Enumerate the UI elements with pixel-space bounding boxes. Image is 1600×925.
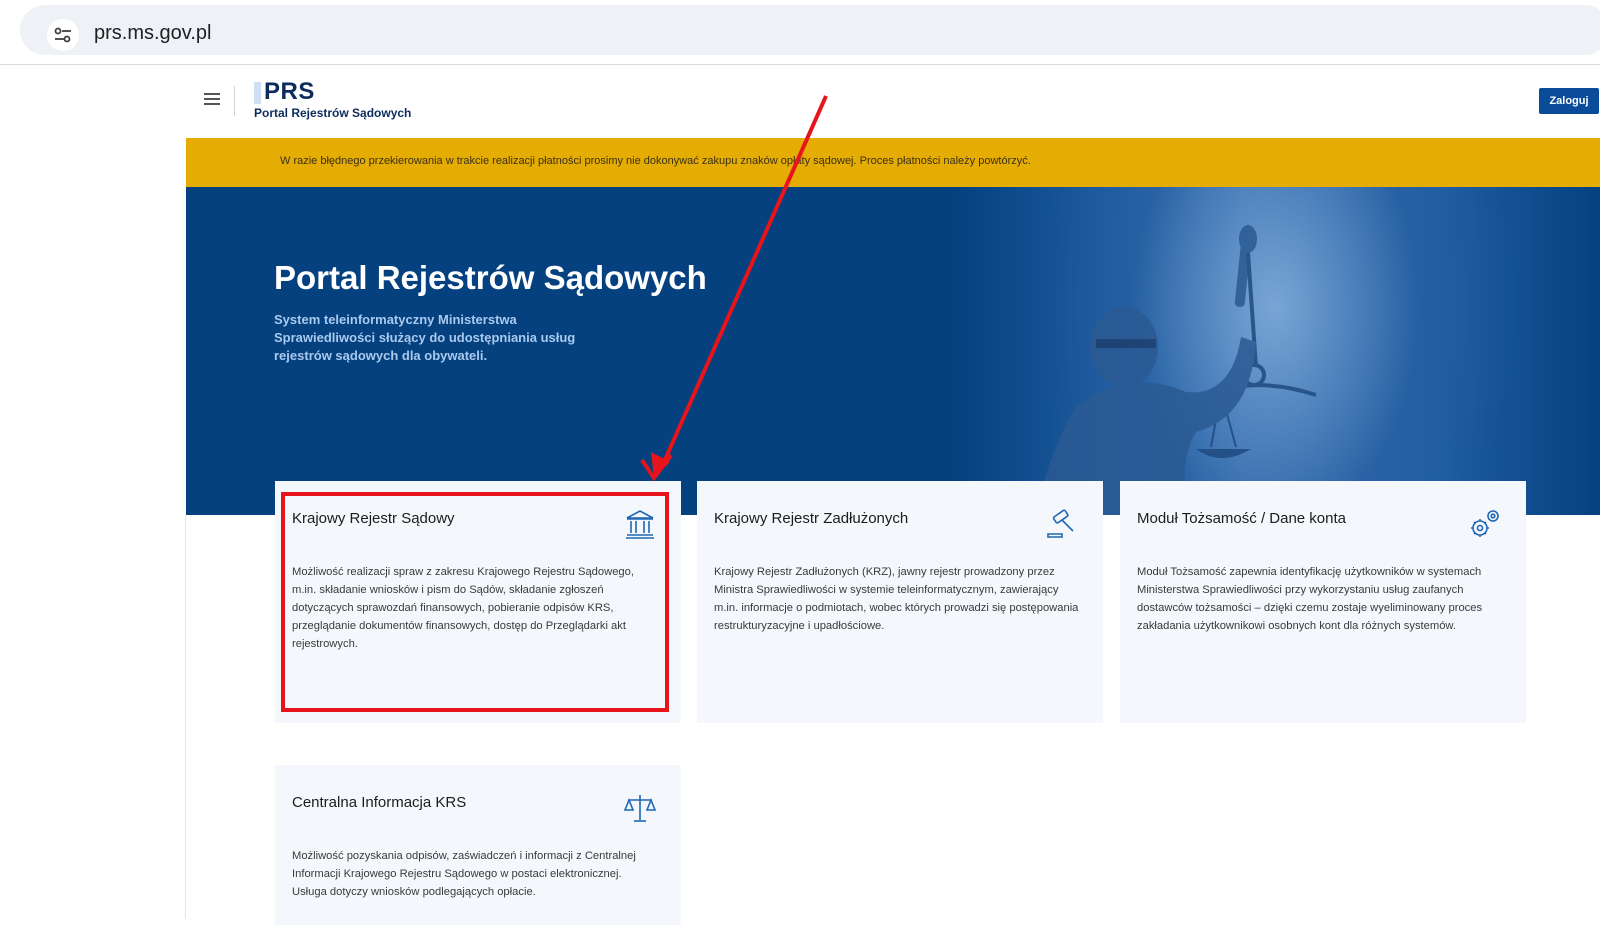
menu-icon[interactable] <box>204 93 220 106</box>
card-description: Krajowy Rejestr Zadłużonych (KRZ), jawny… <box>714 566 1079 632</box>
gavel-icon <box>1047 509 1074 538</box>
card-description: Moduł Tożsamość zapewnia identyfikację u… <box>1137 566 1483 632</box>
card-title[interactable]: Krajowy Rejestr Zadłużonych <box>714 510 908 527</box>
logo-accent <box>254 82 261 104</box>
gears-icon <box>1471 510 1499 537</box>
address-bar[interactable]: prs.ms.gov.pl <box>20 5 1600 55</box>
login-button[interactable]: Zaloguj <box>1539 88 1599 114</box>
annotation-highlight-box <box>281 492 669 712</box>
hero-description: System teleinformatyczny Ministerstwa Sp… <box>274 312 576 363</box>
card-title[interactable]: Moduł Tożsamość / Dane konta <box>1137 510 1346 527</box>
site-header: PRS Portal Rejestrów Sądowych Zaloguj <box>186 66 1600 136</box>
hero-banner: Portal Rejestrów Sądowych System teleinf… <box>186 187 1600 515</box>
scales-icon <box>623 795 657 822</box>
header-divider <box>234 86 235 116</box>
content-border <box>185 515 186 919</box>
lady-justice-image <box>1036 225 1317 515</box>
hero-title: Portal Rejestrów Sądowych <box>274 259 707 296</box>
notice-text: W razie błędnego przekierowania w trakci… <box>280 155 1031 167</box>
browser-toolbar: prs.ms.gov.pl <box>0 0 1600 65</box>
url-text[interactable]: prs.ms.gov.pl <box>94 22 211 45</box>
notice-banner: W razie błędnego przekierowania w trakci… <box>186 138 1600 187</box>
logo-subtitle[interactable]: Portal Rejestrów Sądowych <box>254 106 411 120</box>
logo-title[interactable]: PRS <box>264 78 315 106</box>
site-info-icon[interactable] <box>47 19 79 51</box>
card-tozsamosc[interactable]: Moduł Tożsamość / Dane konta Moduł Tożsa… <box>1120 481 1526 723</box>
card-title[interactable]: Centralna Informacja KRS <box>292 794 466 811</box>
card-description: Możliwość pozyskania odpisów, zaświadcze… <box>292 850 636 898</box>
card-centralna-informacja[interactable]: Centralna Informacja KRS Możliwość pozys… <box>275 765 681 925</box>
card-krz[interactable]: Krajowy Rejestr Zadłużonych Krajowy Reje… <box>697 481 1103 723</box>
